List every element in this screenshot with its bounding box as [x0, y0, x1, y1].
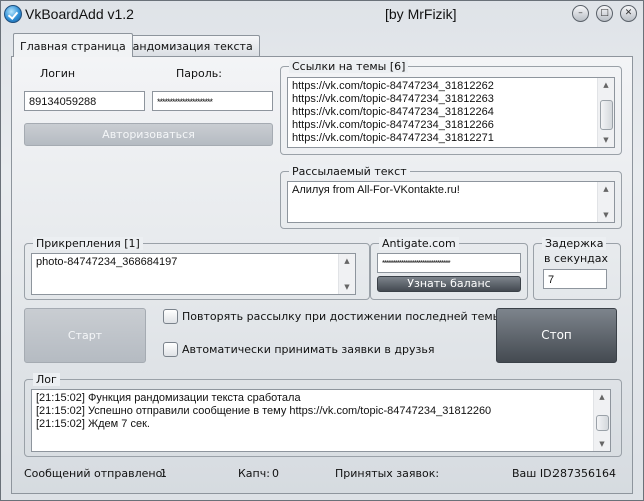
auto-accept-label: Автоматически принимать заявки в друзья: [182, 343, 435, 356]
topic-link: https://vk.com/topic-84747234_31812263: [292, 93, 494, 105]
delay-group: Задержка в секундах 7: [533, 237, 621, 300]
attachments-group: Прикрепления [1] photo-84747234_36868419…: [24, 237, 370, 300]
repeat-checkbox[interactable]: [163, 309, 178, 324]
login-label: Логин: [40, 67, 76, 80]
title-bar[interactable]: VkBoardAdd v1.2 [by MrFizik] – □ ✕: [1, 1, 643, 29]
sent-count-value: 1: [160, 467, 167, 480]
topic-link: https://vk.com/topic-84747234_31812271: [292, 132, 494, 144]
message-textarea[interactable]: Алилуя from All-For-VKontakte.ru! ▲ ▼: [287, 181, 615, 223]
tab-main[interactable]: Главная страница: [13, 33, 133, 57]
repeat-label: Повторять рассылку при достижении послед…: [182, 310, 502, 323]
scroll-down-icon[interactable]: ▼: [339, 280, 355, 294]
topics-group: Ссылки на темы [6] https://vk.com/topic-…: [280, 60, 622, 155]
scroll-down-icon[interactable]: ▼: [594, 437, 610, 451]
log-line: [21:15:02] Функция рандомизации текста с…: [36, 392, 301, 404]
topics-scrollbar[interactable]: ▲ ▼: [597, 78, 614, 147]
topic-link: https://vk.com/topic-84747234_31812264: [292, 106, 494, 118]
scroll-up-icon[interactable]: ▲: [598, 78, 614, 92]
start-button[interactable]: Старт: [24, 308, 146, 363]
password-field[interactable]: **********************: [152, 91, 273, 111]
auto-accept-checkbox[interactable]: [163, 342, 178, 357]
message-text: Алилуя from All-For-VKontakte.ru!: [292, 184, 460, 196]
maximize-button[interactable]: □: [596, 5, 613, 22]
user-id-label: Ваш ID:: [512, 467, 556, 480]
antigate-group: Antigate.com ***************************…: [370, 237, 528, 300]
topic-link: https://vk.com/topic-84747234_31812262: [292, 80, 494, 92]
accepted-requests-label: Принятых заявок:: [335, 467, 440, 480]
delay-title-1: Задержка: [542, 237, 607, 250]
attachments-group-title: Прикрепления [1]: [33, 237, 143, 250]
message-group-title: Рассылаемый текст: [289, 165, 410, 178]
stop-button[interactable]: Стоп: [496, 308, 617, 363]
antigate-group-title: Antigate.com: [379, 237, 459, 250]
window-author: [by MrFizik]: [385, 6, 457, 22]
topic-link: https://vk.com/topic-84747234_31812266: [292, 119, 494, 131]
log-group-title: Лог: [33, 373, 60, 386]
log-scroll-thumb[interactable]: [596, 415, 609, 431]
tab-strip: Главная страница Рандомизация текста: [11, 33, 631, 57]
log-textarea[interactable]: [21:15:02] Функция рандомизации текста с…: [31, 389, 611, 452]
antigate-key-field[interactable]: ********************************: [377, 253, 521, 273]
login-field[interactable]: 89134059288: [24, 91, 145, 111]
scroll-down-icon[interactable]: ▼: [598, 133, 614, 147]
close-button[interactable]: ✕: [620, 5, 637, 22]
user-id-value: 287356164: [553, 467, 616, 480]
delay-field[interactable]: 7: [543, 269, 607, 289]
authorize-button[interactable]: Авторизоваться: [24, 123, 273, 146]
message-group: Рассылаемый текст Алилуя from All-For-VK…: [280, 165, 622, 229]
sent-count-label: Сообщений отправлено:: [24, 467, 167, 480]
tab-panel: Логин Пароль: 89134059288 **************…: [11, 56, 633, 494]
log-scrollbar[interactable]: ▲ ▼: [593, 390, 610, 451]
attachments-textarea[interactable]: photo-84747234_368684197 ▲ ▼: [31, 253, 356, 295]
minimize-button[interactable]: –: [572, 5, 589, 22]
attachments-scrollbar[interactable]: ▲ ▼: [338, 254, 355, 294]
log-line: [21:15:02] Успешно отправили сообщение в…: [36, 405, 492, 417]
topics-group-title: Ссылки на темы [6]: [289, 60, 409, 73]
scroll-up-icon[interactable]: ▲: [598, 182, 614, 196]
scroll-down-icon[interactable]: ▼: [598, 208, 614, 222]
tab-randomization[interactable]: Рандомизация текста: [119, 35, 260, 57]
scroll-up-icon[interactable]: ▲: [594, 390, 610, 404]
scroll-up-icon[interactable]: ▲: [339, 254, 355, 268]
message-scrollbar[interactable]: ▲ ▼: [597, 182, 614, 222]
log-group: Лог [21:15:02] Функция рандомизации текс…: [24, 373, 622, 457]
check-balance-button[interactable]: Узнать баланс: [377, 276, 521, 292]
topics-scroll-thumb[interactable]: [600, 100, 613, 130]
app-window: VkBoardAdd v1.2 [by MrFizik] – □ ✕ Главн…: [0, 0, 644, 501]
app-logo-icon: [4, 5, 22, 23]
captcha-count-value: 0: [272, 467, 279, 480]
attachments-text: photo-84747234_368684197: [36, 256, 178, 268]
password-label: Пароль:: [176, 67, 222, 80]
log-line: [21:15:02] Ждем 7 сек.: [36, 418, 150, 430]
delay-title-2: в секундах: [544, 252, 608, 265]
window-title: VkBoardAdd v1.2: [25, 6, 134, 22]
topics-textarea[interactable]: https://vk.com/topic-84747234_31812262 h…: [287, 77, 615, 148]
captcha-count-label: Капч:: [238, 467, 270, 480]
